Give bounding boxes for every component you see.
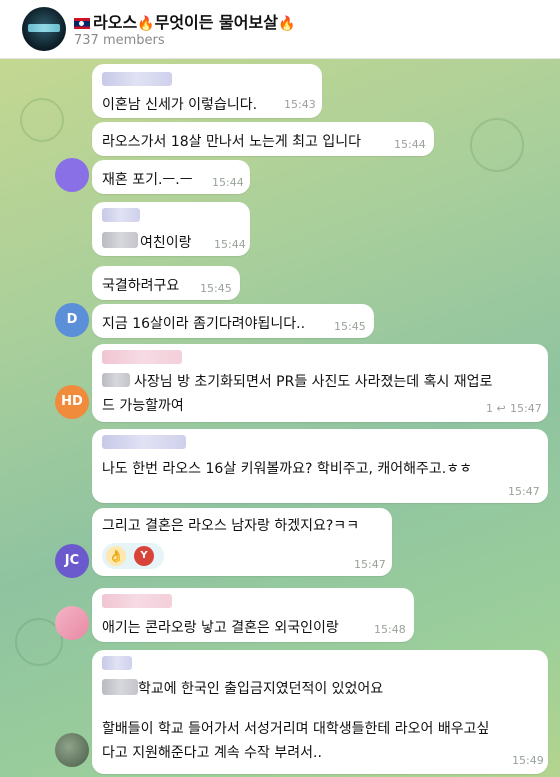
reply-count[interactable]: 1 ↩ <box>486 402 506 415</box>
message-bubble[interactable]: 여친이랑 15:44 <box>92 202 250 256</box>
member-count: 737 members <box>74 33 165 48</box>
message-bubble[interactable]: 사장님 방 초기화되면서 PR들 사진도 사라졌는데 혹시 재업로 드 가능할까… <box>92 344 548 422</box>
message-time: 15:48 <box>374 623 406 636</box>
hand-emoji-icon: 👌 <box>106 546 126 566</box>
message-bubble[interactable]: 나도 한번 라오스 16살 키워볼까요? 학비주고, 캐어해주고.ㅎㅎ 15:4… <box>92 429 548 503</box>
message-text-line: 사장님 방 초기화되면서 PR들 사진도 사라졌는데 혹시 재업로 <box>134 374 493 390</box>
message-bubble[interactable]: 국결하려구요 15:45 <box>92 266 240 300</box>
message-time: 15:43 <box>284 98 316 111</box>
background-doodle <box>20 98 64 142</box>
message-bubble[interactable]: 지금 16살이라 좀기다려야됩니다.. 15:45 <box>92 304 374 338</box>
redacted-sender <box>102 594 172 608</box>
reaction-avatar: Y <box>134 546 154 566</box>
message-time: 15:45 <box>334 320 366 333</box>
message-bubble[interactable]: 이혼남 신세가 이렇습니다. 15:43 <box>92 64 322 118</box>
message-time: 15:49 <box>512 754 544 767</box>
sender-avatar[interactable]: HD <box>55 385 89 419</box>
reaction-pill[interactable]: 👌 Y <box>102 543 164 569</box>
message-time: 15:47 <box>508 485 540 498</box>
chat-header[interactable]: 라오스🔥무엇이든 물어보살🔥 737 members <box>0 0 560 59</box>
redacted-sender <box>102 435 186 449</box>
chat-area[interactable]: 이혼남 신세가 이렇습니다. 15:43 라오스가서 18살 만나서 노는게 최… <box>0 58 560 777</box>
message-text: 이혼남 신세가 이렇습니다. <box>102 97 258 113</box>
message-time: 15:44 <box>212 176 244 189</box>
message-text: 국결하려구요 <box>102 278 180 294</box>
message-bubble[interactable]: 그리고 결혼은 라오스 남자랑 하겠지요?ㅋㅋ 👌 Y 15:47 <box>92 508 392 576</box>
sender-avatar[interactable] <box>55 733 89 767</box>
message-text: 라오스가서 18살 만나서 노는게 최고 입니다 <box>102 134 362 150</box>
message-time: 15:44 <box>214 238 246 251</box>
sender-avatar[interactable] <box>55 606 89 640</box>
message-text: 여친이랑 <box>140 235 192 251</box>
message-bubble[interactable]: 라오스가서 18살 만나서 노는게 최고 입니다 15:44 <box>92 122 434 156</box>
message-time: 15:47 <box>510 402 542 415</box>
sender-avatar[interactable] <box>55 158 89 192</box>
redacted-text <box>102 679 138 695</box>
message-text: 나도 한번 라오스 16살 키워볼까요? 학비주고, 캐어해주고.ㅎㅎ <box>102 461 472 477</box>
redacted-sender <box>102 208 140 222</box>
message-time: 15:44 <box>394 138 426 151</box>
laos-flag-icon <box>74 18 90 29</box>
group-title-text-1: 라오스 <box>93 13 138 32</box>
message-text-line: 학교에 한국인 출입금지였던적이 있었어요 <box>138 681 384 697</box>
message-text: 지금 16살이라 좀기다려야됩니다.. <box>102 316 306 332</box>
group-title-text-2: 무엇이든 물어보살 <box>154 13 278 32</box>
redacted-sender <box>102 656 132 670</box>
fire-icon: 🔥 <box>277 16 296 32</box>
message-time: 15:45 <box>200 282 232 295</box>
message-text-line: 다고 지원해준다고 계속 수작 부려서.. <box>102 745 322 761</box>
redacted-sender <box>102 72 172 86</box>
redacted-text <box>102 373 130 387</box>
group-avatar[interactable] <box>22 7 66 51</box>
redacted-sender <box>102 350 182 364</box>
fire-icon: 🔥 <box>137 16 155 32</box>
message-text-line: 할배들이 학교 들어가서 서성거리며 대학생들한테 라오어 배우고싶 <box>102 721 490 737</box>
sender-avatar[interactable]: JC <box>55 544 89 578</box>
message-text-line: 드 가능할까여 <box>102 398 184 414</box>
background-doodle <box>470 118 524 172</box>
message-time: 15:47 <box>354 558 386 571</box>
message-bubble[interactable]: 학교에 한국인 출입금지였던적이 있었어요 할배들이 학교 들어가서 서성거리며… <box>92 650 548 774</box>
message-text: 그리고 결혼은 라오스 남자랑 하겠지요?ㅋㅋ <box>102 518 360 534</box>
group-title[interactable]: 라오스🔥무엇이든 물어보살🔥 <box>74 9 295 33</box>
redacted-text <box>102 232 138 248</box>
message-bubble[interactable]: 재혼 포기.ㅡ.ㅡ 15:44 <box>92 160 250 194</box>
sender-avatar[interactable]: D <box>55 303 89 337</box>
message-text: 애기는 콘라오랑 낳고 결혼은 외국인이랑 <box>102 620 339 636</box>
message-bubble[interactable]: 애기는 콘라오랑 낳고 결혼은 외국인이랑 15:48 <box>92 588 414 642</box>
message-text: 재혼 포기.ㅡ.ㅡ <box>102 172 193 188</box>
